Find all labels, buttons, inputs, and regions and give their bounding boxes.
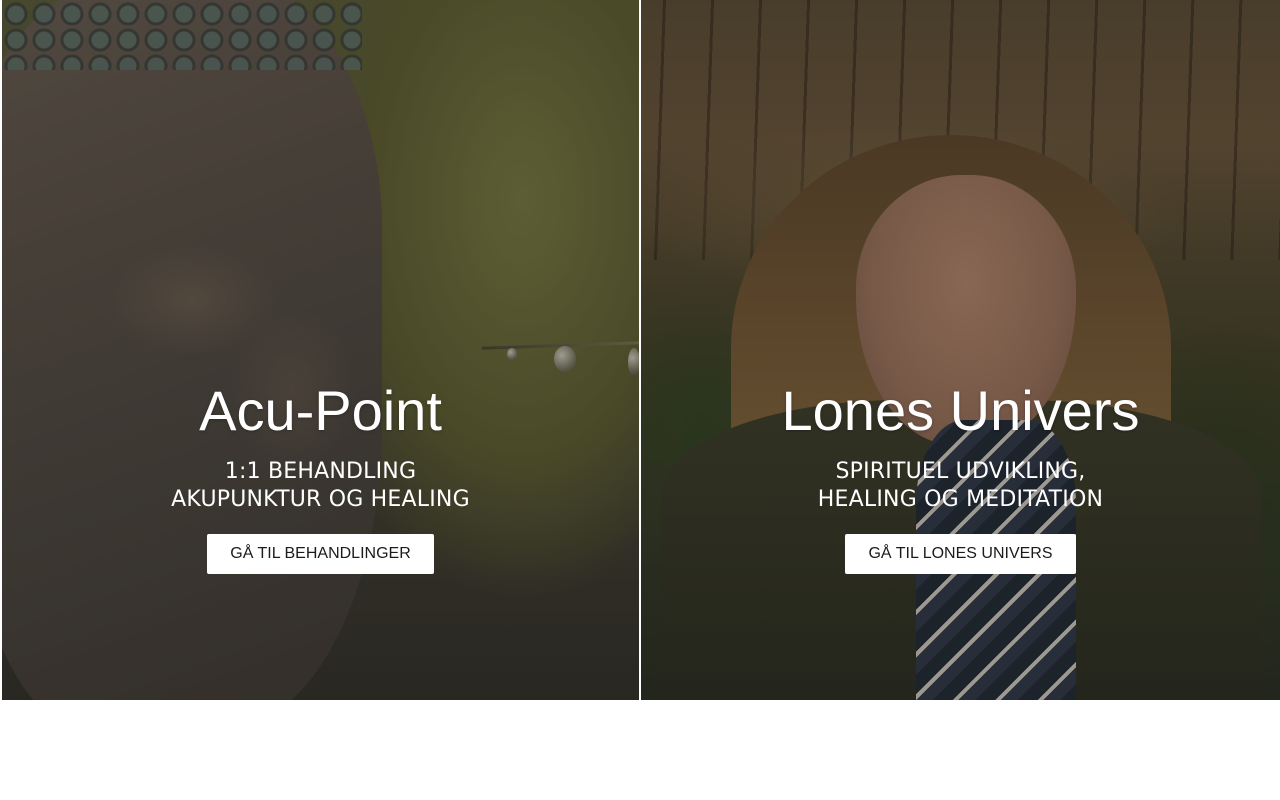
acu-point-title: Acu-Point: [199, 379, 442, 442]
lones-univers-content: Lones Univers SPIRITUEL UDVIKLING, HEALI…: [641, 378, 1280, 574]
dark-overlay: [641, 0, 1280, 700]
acu-point-subtitle: 1:1 BEHANDLING AKUPUNKTUR OG HEALING: [171, 458, 470, 514]
lones-univers-panel: Lones Univers SPIRITUEL UDVIKLING, HEALI…: [641, 0, 1280, 700]
acu-point-subtitle-line1: 1:1 BEHANDLING: [224, 459, 417, 484]
lones-univers-subtitle: SPIRITUEL UDVIKLING, HEALING OG MEDITATI…: [818, 458, 1103, 514]
hero-split: Acu-Point 1:1 BEHANDLING AKUPUNKTUR OG H…: [0, 0, 1280, 700]
acu-point-subtitle-line2: AKUPUNKTUR OG HEALING: [171, 487, 470, 512]
lones-univers-subtitle-line1: SPIRITUEL UDVIKLING,: [835, 459, 1086, 484]
go-to-lones-univers-button[interactable]: GÅ TIL LONES UNIVERS: [845, 534, 1076, 574]
acu-point-panel: Acu-Point 1:1 BEHANDLING AKUPUNKTUR OG H…: [2, 0, 641, 700]
dark-overlay: [2, 0, 639, 700]
lones-univers-subtitle-line2: HEALING OG MEDITATION: [817, 487, 1104, 512]
lones-univers-title: Lones Univers: [781, 379, 1140, 442]
acu-point-content: Acu-Point 1:1 BEHANDLING AKUPUNKTUR OG H…: [2, 378, 639, 574]
go-to-treatments-button[interactable]: GÅ TIL BEHANDLINGER: [207, 534, 434, 574]
